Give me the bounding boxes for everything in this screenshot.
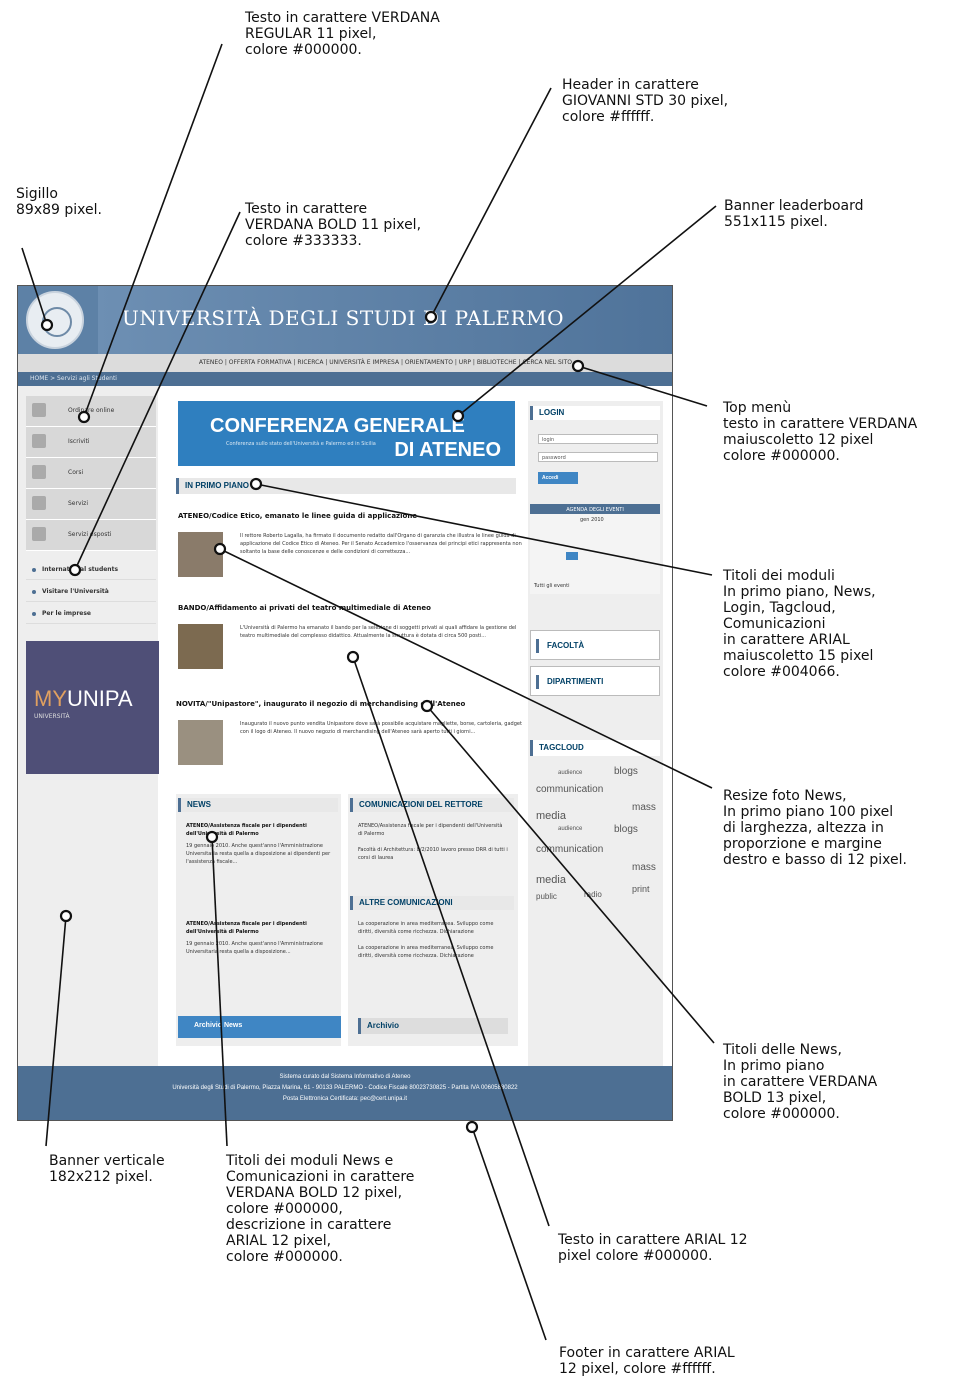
tag[interactable]: mass <box>632 862 656 873</box>
tag[interactable]: public <box>536 892 557 901</box>
news-text: L'Università di Palermo ha emanato il ba… <box>240 625 517 639</box>
annotation-arial-text: Testo in carattere ARIAL 12 pixel colore… <box>558 1232 748 1264</box>
site-header: UNIVERSITÀ DEGLI STUDI DI PALERMO <box>18 286 672 354</box>
leaderboard-small: Conferenza sullo stato dell'Università e… <box>226 441 376 447</box>
annotation-module-titles: Titoli dei moduli In primo piano, News, … <box>723 568 876 680</box>
leaderboard-line2: DI ATENEO <box>394 439 501 461</box>
annotation-verdana-regular: Testo in carattere VERDANA REGULAR 11 pi… <box>245 10 440 58</box>
footer-line: Sistema curato dal Sistema Informativo d… <box>279 1074 411 1080</box>
annotation-resize-photo: Resize foto News, In primo piano 100 pix… <box>723 788 907 868</box>
banner-logo: MYUNIPA <box>34 686 133 711</box>
leaderboard-banner[interactable]: CONFERENZA GENERALE Conferenza sullo sta… <box>178 401 515 466</box>
comunicazioni-text: ATENEO/Assistenza fiscale per i dipenden… <box>358 823 508 861</box>
news-list-title[interactable]: ATENEO/Assistenza fiscale per i dipenden… <box>186 822 336 838</box>
website-mockup: UNIVERSITÀ DEGLI STUDI DI PALERMO ATENEO… <box>18 286 672 1120</box>
nav-icon <box>32 527 46 541</box>
nav-icon <box>32 465 46 479</box>
site-footer: Sistema curato dal Sistema Informativo d… <box>18 1066 672 1120</box>
breadcrumb[interactable]: HOME > Servizi agli Studenti <box>18 372 672 386</box>
annotation-vertical-banner: Banner verticale 182x212 pixel. <box>49 1153 165 1185</box>
calendar[interactable]: gen 2010 Tutti gli eventi <box>530 514 660 594</box>
left-link[interactable]: Per le imprese <box>26 604 156 624</box>
footer-line: Posta Elettronica Certificata: pec@cert.… <box>282 1096 408 1102</box>
news-title[interactable]: BANDO/Affidamento ai privati del teatro … <box>178 604 528 612</box>
module-title-news: NEWS <box>178 798 338 812</box>
tag[interactable]: audience <box>558 770 582 776</box>
tag[interactable]: media <box>536 810 566 822</box>
banner-subtitle: UNIVERSITÀ <box>34 713 70 720</box>
annotation-top-menu: Top menù testo in carattere VERDANA maiu… <box>723 400 918 464</box>
seal-icon[interactable] <box>26 291 84 349</box>
archivio-news-button[interactable]: Archivio News <box>178 1016 341 1038</box>
news-photo[interactable] <box>178 624 223 669</box>
leaderboard-line1: CONFERENZA GENERALE <box>210 415 465 437</box>
altre-text: La cooperazione in area mediterranea. Sv… <box>358 921 494 959</box>
module-title-altre: ALTRE COMUNICAZIONI <box>350 896 514 910</box>
right-column <box>528 401 663 1066</box>
annotation-leaderboard: Banner leaderboard 551x115 pixel. <box>724 198 864 230</box>
login-button[interactable]: Accedi <box>538 472 578 484</box>
footer-line: Università degli Studi di Palermo, Piazz… <box>172 1085 518 1091</box>
leader-dot <box>465 1120 479 1134</box>
tag[interactable]: radio <box>584 890 602 899</box>
left-nav-item[interactable]: Corsi <box>26 458 156 489</box>
annotation-footer: Footer in carattere ARIAL 12 pixel, colo… <box>559 1345 735 1377</box>
news-list-title[interactable]: ATENEO/Assistenza fiscale per i dipenden… <box>186 920 336 936</box>
tag[interactable]: print <box>632 884 650 894</box>
left-nav-label: Iscriviti <box>68 438 90 445</box>
left-link[interactable]: International students <box>26 560 156 580</box>
password-input[interactable]: password <box>538 452 658 462</box>
tag[interactable]: mass <box>632 802 656 813</box>
tag[interactable]: communication <box>536 784 603 795</box>
left-link[interactable]: Visitare l'Università <box>26 582 156 602</box>
news-text: Il rettore Roberto Lagalla, ha firmato i… <box>240 533 522 555</box>
module-title-tagcloud: TAGCLOUD <box>530 740 660 756</box>
left-nav-item[interactable]: Ordinare online <box>26 396 156 427</box>
tag[interactable]: audience <box>558 826 582 832</box>
login-input[interactable]: login <box>538 434 658 444</box>
news-title[interactable]: ATENEO/Codice Etico, emanato le linee gu… <box>178 512 528 520</box>
news-text: Inaugurato il nuovo punto vendita Unipas… <box>240 721 522 735</box>
module-title-primo-piano: IN PRIMO PIANO <box>176 478 516 494</box>
annotation-news-titles: Titoli delle News, In primo piano in car… <box>723 1042 878 1122</box>
nav-icon <box>32 496 46 510</box>
news-list-text: 19 gennaio 2010. Anche quest'anno l'Ammi… <box>186 941 324 955</box>
annotation-news-module-titles: Titoli dei moduli News e Comunicazioni i… <box>226 1153 415 1265</box>
news-title[interactable]: NOVITÀ/"Unipastore", inaugurato il negoz… <box>176 700 526 708</box>
left-nav-label: Servizi esposti <box>68 531 112 538</box>
annotation-header: Header in carattere GIOVANNI STD 30 pixe… <box>562 77 729 125</box>
module-title-login: LOGIN <box>530 406 660 420</box>
tag[interactable]: blogs <box>614 766 638 777</box>
left-nav-item[interactable]: Servizi <box>26 489 156 520</box>
tag[interactable]: media <box>536 874 566 886</box>
left-nav-label: Servizi <box>68 500 89 507</box>
header-title: UNIVERSITÀ DEGLI STUDI DI PALERMO <box>122 306 565 330</box>
nav-icon <box>32 434 46 448</box>
vertical-banner[interactable]: MYUNIPA UNIVERSITÀ <box>26 641 159 774</box>
calendar-today[interactable] <box>566 552 578 560</box>
tag[interactable]: blogs <box>614 824 638 835</box>
left-nav-item[interactable]: Servizi esposti <box>26 520 156 551</box>
leader-line <box>430 87 552 318</box>
leader-line <box>471 1126 547 1341</box>
module-title-comunicazioni: COMUNICAZIONI DEL RETTORE <box>350 798 514 812</box>
archivio-button[interactable]: Archivio <box>358 1018 508 1034</box>
left-nav-item[interactable]: Iscriviti <box>26 427 156 458</box>
top-menu[interactable]: ATENEO | OFFERTA FORMATIVA | RICERCA | U… <box>18 354 672 372</box>
calendar-month: gen 2010 <box>580 517 604 523</box>
dipartimenti-box[interactable]: DIPARTIMENTI <box>530 666 660 696</box>
left-nav-label: Ordinare online <box>68 407 115 414</box>
news-photo[interactable] <box>178 720 223 765</box>
tag[interactable]: communication <box>536 844 603 855</box>
facolta-box[interactable]: FACOLTÀ <box>530 630 660 660</box>
nav-icon <box>32 403 46 417</box>
left-nav-label: Corsi <box>68 469 84 476</box>
news-photo[interactable] <box>178 532 223 577</box>
all-events-link[interactable]: Tutti gli eventi <box>534 582 570 590</box>
news-list-text: 19 gennaio 2010. Anche quest'anno l'Ammi… <box>186 843 331 865</box>
annotation-verdana-bold: Testo in carattere VERDANA BOLD 11 pixel… <box>245 201 422 249</box>
annotation-sigillo: Sigillo 89x89 pixel. <box>16 186 102 218</box>
